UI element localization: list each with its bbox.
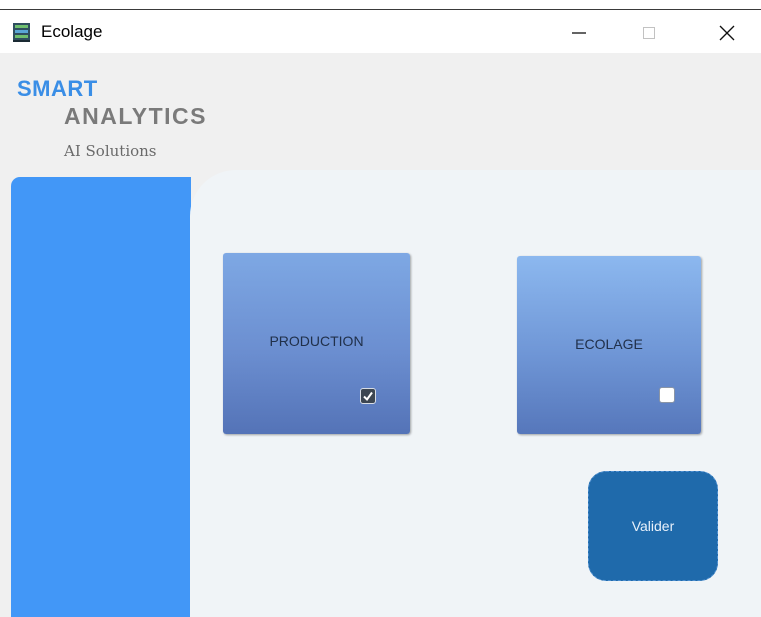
window-title: Ecolage bbox=[41, 22, 103, 41]
option-ecolage-tile[interactable]: ECOLAGE bbox=[517, 256, 701, 434]
brand-smart: SMART bbox=[17, 76, 98, 101]
validate-button[interactable]: Valider bbox=[588, 471, 718, 581]
option-production-checkbox[interactable] bbox=[360, 388, 376, 404]
app-icon bbox=[13, 23, 30, 42]
option-production-label: PRODUCTION bbox=[269, 333, 364, 349]
maximize-button[interactable] bbox=[621, 12, 677, 53]
option-ecolage-label: ECOLAGE bbox=[575, 336, 643, 352]
close-button[interactable] bbox=[699, 12, 755, 53]
option-ecolage-checkbox[interactable] bbox=[659, 387, 675, 403]
close-icon bbox=[719, 25, 735, 40]
check-icon bbox=[363, 391, 373, 402]
top-edge bbox=[0, 0, 761, 12]
option-production-tile[interactable]: PRODUCTION bbox=[223, 253, 410, 434]
maximize-icon bbox=[643, 26, 655, 39]
brand-tagline: AI Solutions bbox=[64, 142, 157, 160]
sidebar-panel bbox=[11, 177, 191, 617]
title-bar: Ecolage bbox=[0, 12, 761, 53]
brand-analytics: ANALYTICS bbox=[64, 103, 207, 129]
minimize-button[interactable] bbox=[551, 12, 607, 53]
minimize-icon bbox=[572, 31, 586, 34]
